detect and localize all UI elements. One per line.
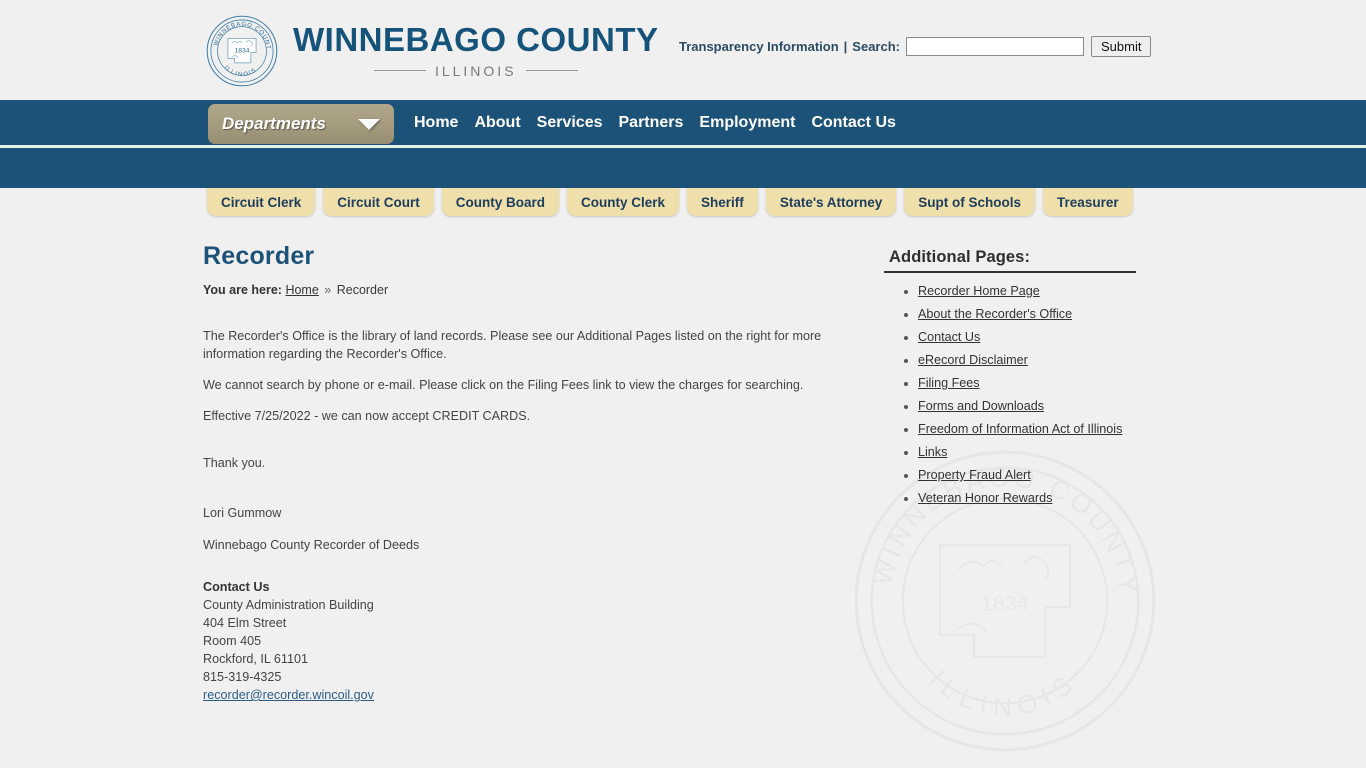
contact-email-link[interactable]: recorder@recorder.wincoil.gov [203,688,374,702]
brand-rule-left [373,70,426,72]
header-tools: Transparency Information | Search: Submi… [679,36,1152,57]
transparency-information-link[interactable]: Transparency Information [679,39,839,54]
sidebar-link-erecord-disclaimer[interactable]: eRecord Disclaimer [918,353,1028,367]
tab-supt-of-schools[interactable]: Supt of Schools [904,188,1036,216]
sidebar-link-about-the-recorders-office[interactable]: About the Recorder's Office [918,307,1072,321]
contact-room: Room 405 [203,634,262,648]
sidebar-link-filing-fees[interactable]: Filing Fees [918,376,980,390]
list-item: Filing Fees [918,376,1136,391]
additional-pages-sidebar: Additional Pages: Recorder Home Page Abo… [884,248,1136,514]
brand-subtitle-row: ILLINOIS [293,63,659,79]
sidebar-link-list: Recorder Home Page About the Recorder's … [884,284,1136,506]
brand-text: WINNEBAGO COUNTY ILLINOIS [293,23,659,79]
closing-text: Thank you. [203,456,266,470]
departments-label: Departments [222,114,326,133]
body-copy: The Recorder's Office is the library of … [203,327,863,425]
signer-name: Lori Gummow [203,506,282,520]
nav-item-partners[interactable]: Partners [619,114,684,132]
site-header: WINNEBAGO COUNTY ILLINOIS 1834 WINNEBAGO… [0,0,1366,100]
tab-circuit-court[interactable]: Circuit Court [323,188,434,216]
tab-county-board[interactable]: County Board [441,188,560,216]
signer-title: Winnebago County Recorder of Deeds [203,538,420,552]
contact-city-state-zip: Rockford, IL 61101 [203,652,309,666]
signature-block: Thank you. Lori Gummow Winnebago County … [203,438,863,552]
tab-states-attorney[interactable]: State's Attorney [765,188,897,216]
brand-subtitle: ILLINOIS [434,62,517,79]
county-seal-icon: WINNEBAGO COUNTY ILLINOIS 1834 [205,14,278,87]
svg-text:1834: 1834 [981,590,1029,615]
sidebar-link-forms-and-downloads[interactable]: Forms and Downloads [918,399,1044,413]
breadcrumb-home-link[interactable]: Home [285,283,318,297]
search-input[interactable] [906,37,1084,56]
tab-treasurer[interactable]: Treasurer [1043,188,1133,216]
site-brand[interactable]: WINNEBAGO COUNTY ILLINOIS 1834 WINNEBAGO… [205,14,659,88]
contact-building: County Administration Building [203,598,374,612]
tab-sheriff[interactable]: Sheriff [687,188,758,216]
sidebar-divider [884,271,1136,273]
page-body: WINNEBAGO COUNTY ILLINOIS 1834 Recorder … [0,224,1366,768]
list-item: Property Fraud Alert [918,468,1136,483]
chevron-down-icon [358,118,380,130]
copy-spacer [203,438,863,456]
sidebar-link-veteran-honor-rewards[interactable]: Veteran Honor Rewards [918,491,1052,505]
list-item: Veteran Honor Rewards [918,491,1136,506]
nav-item-contact-us[interactable]: Contact Us [811,114,895,132]
list-item: eRecord Disclaimer [918,353,1136,368]
contact-block: Contact Us County Administration Buildin… [203,578,863,704]
intro-paragraph: The Recorder's Office is the library of … [203,329,822,361]
header-separator: | [843,39,848,54]
credit-cards-paragraph: Effective 7/25/2022 - we can now accept … [203,409,531,423]
sidebar-link-recorder-home-page[interactable]: Recorder Home Page [918,284,1040,298]
sidebar-link-property-fraud-alert[interactable]: Property Fraud Alert [918,468,1031,482]
primary-navbar: Departments Home About Services Partners… [0,100,1366,145]
breadcrumb-current: Recorder [336,283,389,297]
sidebar-link-contact-us[interactable]: Contact Us [918,330,980,344]
breadcrumb-separator: » [324,283,332,297]
search-label: Search: [852,39,900,54]
submit-button[interactable]: Submit [1091,36,1152,57]
main-nav-links: Home About Services Partners Employment … [414,100,896,145]
nav-item-about[interactable]: About [474,114,520,132]
breadcrumb-lead: You are here: [203,283,282,297]
list-item: Contact Us [918,330,1136,345]
svg-text:1834: 1834 [235,47,250,54]
list-item: Freedom of Information Act of Illinois [918,422,1136,437]
tab-circuit-clerk[interactable]: Circuit Clerk [207,188,316,216]
secondary-navbar [0,148,1366,188]
search-policy-paragraph: We cannot search by phone or e-mail. Ple… [203,378,804,392]
svg-text:ILLINOIS: ILLINOIS [223,65,258,78]
nav-item-home[interactable]: Home [414,114,458,132]
signature-spacer [203,488,863,506]
contact-street: 404 Elm Street [203,616,287,630]
departments-dropdown-button[interactable]: Departments [208,104,394,144]
sidebar-link-links[interactable]: Links [918,445,947,459]
sidebar-link-freedom-of-information-act[interactable]: Freedom of Information Act of Illinois [918,422,1122,436]
department-tabbar: Circuit Clerk Circuit Court County Board… [0,188,1366,224]
list-item: About the Recorder's Office [918,307,1136,322]
contact-heading: Contact Us [203,580,270,594]
breadcrumb: You are here: Home » Recorder [203,283,863,297]
list-item: Forms and Downloads [918,399,1136,414]
nav-item-employment[interactable]: Employment [699,114,795,132]
tab-county-clerk[interactable]: County Clerk [567,188,680,216]
list-item: Recorder Home Page [918,284,1136,299]
brand-rule-right [525,70,578,72]
sidebar-title: Additional Pages: [889,248,1031,266]
contact-phone: 815-319-4325 [203,670,282,684]
brand-title: WINNEBAGO COUNTY [293,21,659,59]
nav-item-services[interactable]: Services [537,114,603,132]
svg-text:ILLINOIS: ILLINOIS [924,664,1084,722]
list-item: Links [918,445,1136,460]
main-column: Recorder You are here: Home » Recorder T… [203,242,863,704]
page-title: Recorder [203,242,315,270]
